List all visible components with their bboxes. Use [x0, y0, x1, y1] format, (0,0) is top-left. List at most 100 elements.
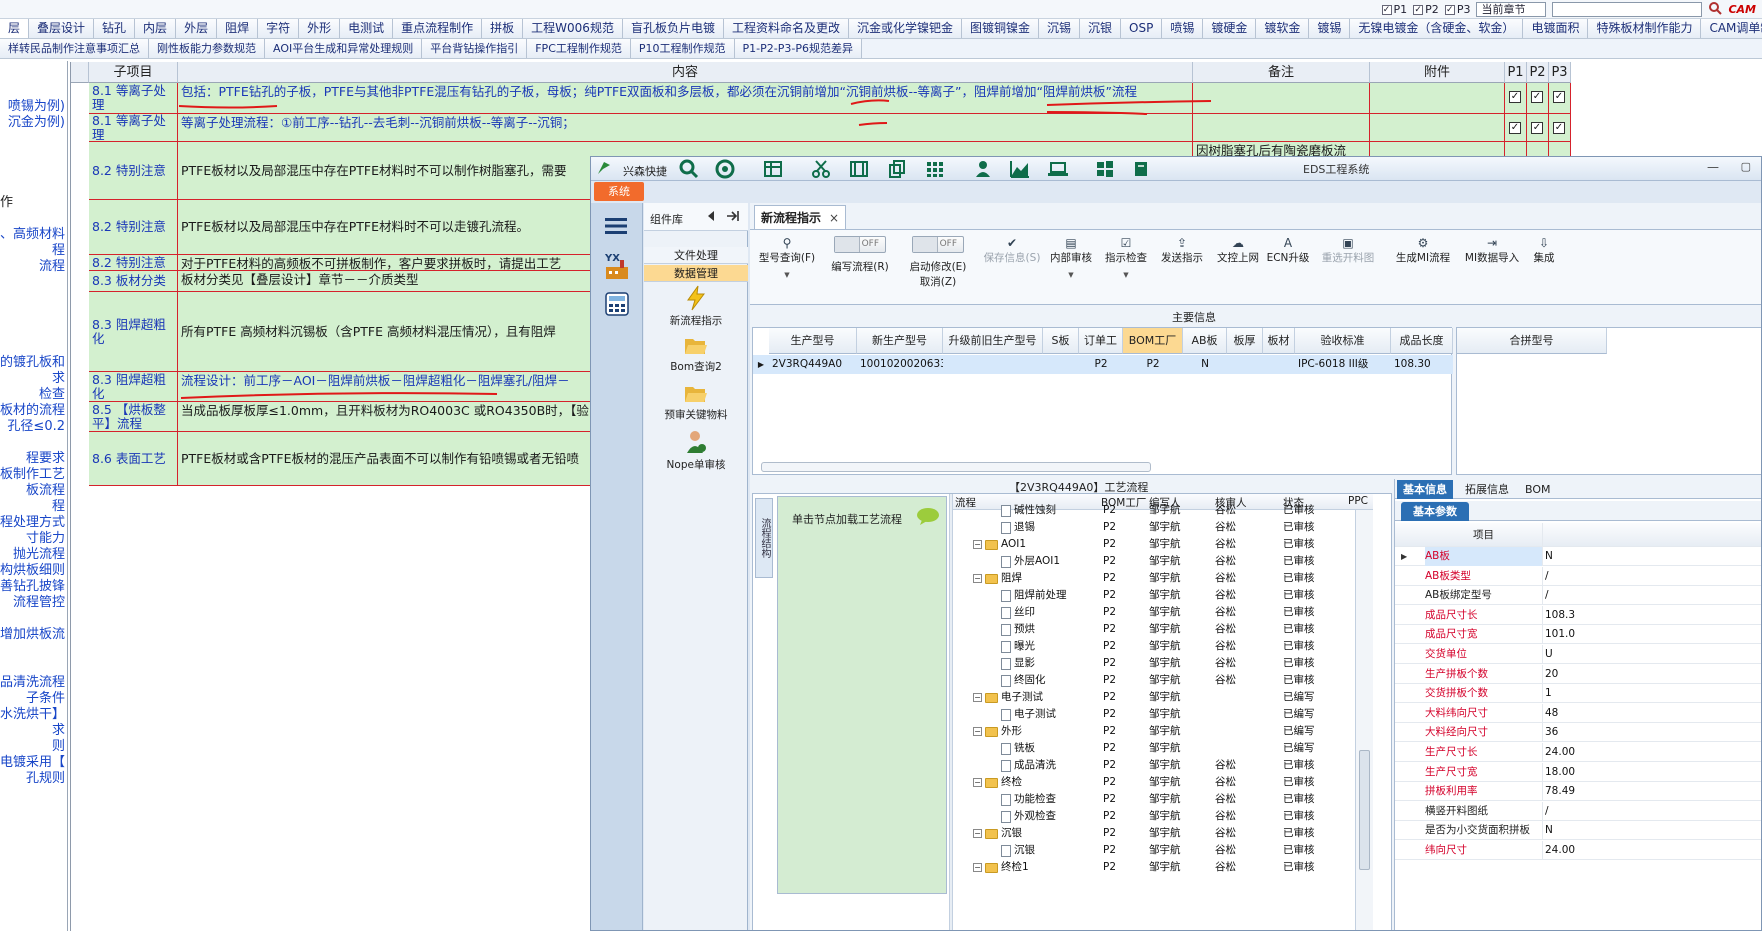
grid-header[interactable]: 板厚 — [1227, 328, 1263, 354]
yx-factory-icon[interactable]: YX — [603, 251, 631, 284]
property-row[interactable]: 拼板利用率 78.49 — [1395, 782, 1761, 802]
tree-row[interactable]: − AOI1 P2 邹宇航 谷松 已审核 — [953, 536, 1373, 553]
tree-row[interactable]: 显影 P2 邹宇航 谷松 已审核 — [953, 655, 1373, 672]
collapse-icon[interactable]: − — [973, 829, 982, 838]
chapter-tab[interactable]: 喷锡 — [1162, 19, 1204, 38]
tree-node[interactable]: 丝印 — [1001, 604, 1035, 621]
tree-node[interactable]: 外观检查 — [1001, 808, 1056, 825]
ribbon-button[interactable]: A ECN升级 — [1266, 236, 1310, 265]
horizontal-scrollbar[interactable] — [761, 462, 1151, 472]
grid-header[interactable]: BOM工厂 — [1123, 328, 1183, 354]
tree-row[interactable]: − 终检1 P2 邹宇航 谷松 已审核 — [953, 859, 1373, 876]
grid-cell[interactable]: 2V3RQ449A0 — [769, 355, 857, 374]
property-value[interactable]: N — [1545, 547, 1553, 566]
checkbox-p3[interactable]: ✓ P3 — [1444, 3, 1470, 16]
chapter-tab[interactable]: 外形 — [299, 19, 341, 38]
ribbon-button[interactable]: ☑ 指示检查 ▼ — [1100, 236, 1152, 279]
property-value[interactable]: 20 — [1545, 665, 1558, 684]
node-area[interactable]: 单击节点加载工艺流程 — [777, 496, 947, 894]
collapse-icon[interactable]: − — [973, 540, 982, 549]
write-flow-toggle[interactable]: OFF 编写流程(R) — [822, 236, 898, 274]
chapter-tab[interactable]: 层 — [0, 19, 30, 38]
component-bom-query[interactable]: Bom查询2 — [644, 335, 748, 374]
tree-node[interactable]: 终固化 — [1001, 672, 1046, 689]
tree-node[interactable]: 功能检查 — [1001, 791, 1056, 808]
property-row[interactable]: 成品尺寸长 108.3 — [1395, 605, 1761, 625]
property-row[interactable]: 生产拼板个数 20 — [1395, 664, 1761, 684]
model-query-button[interactable]: ⚲ 型号查询(F) ▼ — [754, 236, 820, 279]
toggle-off[interactable]: OFF — [912, 236, 964, 253]
chapter-tab[interactable]: 阻焊 — [217, 19, 259, 38]
grid-header[interactable]: 新生产型号 — [857, 328, 943, 354]
tree-node[interactable]: − AOI1 — [973, 536, 1026, 553]
tree-row[interactable]: 外层AOI1 P2 邹宇航 谷松 已审核 — [953, 553, 1373, 570]
group-file-processing[interactable]: 文件处理 — [644, 247, 748, 264]
chapter-tab[interactable]: 内层 — [135, 19, 177, 38]
tree-row[interactable]: 阻焊前处理 P2 邹宇航 谷松 已审核 — [953, 587, 1373, 604]
grid-header[interactable]: 板材 — [1263, 328, 1295, 354]
chapter-tab[interactable]: 字符 — [258, 19, 300, 38]
grid-header[interactable]: 成品长度 — [1391, 328, 1453, 354]
cancel-button[interactable]: 取消(Z) — [898, 274, 978, 289]
property-value[interactable]: 108.3 — [1545, 606, 1575, 625]
grid-cell[interactable] — [1227, 355, 1263, 374]
ribbon-button[interactable]: ☁ 文控上网 — [1212, 236, 1264, 265]
chapter-tab[interactable]: P1-P2-P3-P6规范差异 — [734, 39, 862, 58]
tree-row[interactable]: − 阻焊 P2 邹宇航 谷松 已审核 — [953, 570, 1373, 587]
chapter-tab[interactable]: 钻孔 — [94, 19, 136, 38]
tree-row[interactable]: 丝印 P2 邹宇航 谷松 已审核 — [953, 604, 1373, 621]
property-row[interactable]: 生产尺寸长 24.00 — [1395, 743, 1761, 762]
left-nav-item[interactable]: 沉金为例) — [8, 111, 65, 130]
tree-node[interactable]: 退锡 — [1001, 519, 1035, 536]
property-value[interactable]: N — [1545, 821, 1553, 840]
property-row[interactable]: 横竖开料图纸 / — [1395, 801, 1761, 821]
tree-node[interactable]: 电子测试 — [1001, 706, 1056, 723]
ribbon-button[interactable]: ⇩ 集成 — [1524, 236, 1564, 265]
property-row[interactable]: 交货拼板个数 1 — [1395, 684, 1761, 704]
tree-node[interactable]: − 终检 — [973, 774, 1022, 791]
tree-row[interactable]: 退锡 P2 邹宇航 谷松 已审核 — [953, 519, 1373, 536]
property-row[interactable]: 大料经向尺寸 36 — [1395, 723, 1761, 743]
property-value[interactable]: 24.00 — [1545, 743, 1575, 762]
menu-icon[interactable] — [605, 217, 627, 238]
tree-row[interactable]: 电子测试 P2 邹宇航 已编写 — [953, 706, 1373, 723]
ribbon-button[interactable]: ▣ 重选开料图 — [1312, 236, 1384, 265]
tree-row[interactable]: − 外形 P2 邹宇航 已编写 — [953, 723, 1373, 740]
chapter-tab[interactable]: 沉锡 — [1039, 19, 1081, 38]
property-value[interactable]: / — [1545, 802, 1549, 821]
property-value[interactable]: 1 — [1545, 684, 1552, 703]
grid-header[interactable]: 升级前旧生产型号 — [943, 328, 1043, 354]
grid-header[interactable]: 验收标准 — [1295, 328, 1391, 354]
tab-basic-info[interactable]: 基本信息 — [1397, 480, 1453, 499]
chapter-tab[interactable]: 特殊板材制作能力 — [1588, 19, 1702, 38]
ribbon-button[interactable]: ▤ 内部审核 ▼ — [1046, 236, 1096, 279]
vertical-scrollbar[interactable] — [1355, 510, 1373, 930]
property-row[interactable]: 是否为小交货面积拼板 N — [1395, 821, 1761, 841]
chapter-select[interactable]: 当前章节 — [1476, 2, 1547, 17]
grid-header[interactable]: 生产型号 — [769, 328, 857, 354]
tree-node[interactable]: 曝光 — [1001, 638, 1035, 655]
dock-icon[interactable] — [726, 209, 740, 226]
flow-structure-tab[interactable]: 流程结构 — [755, 498, 773, 578]
checkbox-p2[interactable]: ✓ P2 — [1413, 3, 1439, 16]
chapter-tab[interactable]: 电镀面积 — [1523, 19, 1589, 38]
grid-cell[interactable]: 10010200206333 — [857, 355, 943, 374]
left-nav-item[interactable]: 作 — [0, 191, 13, 210]
component-nope-review[interactable]: Nope单审核 — [644, 429, 748, 472]
chapter-tab[interactable]: 镀硬金 — [1203, 19, 1257, 38]
left-nav-item[interactable]: 流程管控 — [13, 591, 65, 610]
minimize-button[interactable]: — — [1707, 160, 1719, 174]
property-row[interactable]: AB板类型 / — [1395, 566, 1761, 586]
tree-row[interactable]: − 终检 P2 邹宇航 谷松 已审核 — [953, 774, 1373, 791]
grid-cell[interactable]: N — [1183, 355, 1227, 374]
lifebuoy-icon[interactable] — [715, 159, 735, 179]
collapse-icon[interactable]: − — [973, 778, 982, 787]
checkbox[interactable]: ✓ — [1553, 91, 1565, 103]
scroll-thumb[interactable] — [1359, 750, 1370, 870]
tree-node[interactable]: 阻焊前处理 — [1001, 587, 1067, 604]
property-value[interactable]: 78.49 — [1545, 782, 1575, 801]
tab-extended-info[interactable]: 拓展信息 — [1459, 480, 1515, 499]
tree-node[interactable]: 沉银 — [1001, 842, 1035, 859]
search-input[interactable] — [1552, 2, 1703, 17]
tree-row[interactable]: 铣板 P2 邹宇航 已编写 — [953, 740, 1373, 757]
